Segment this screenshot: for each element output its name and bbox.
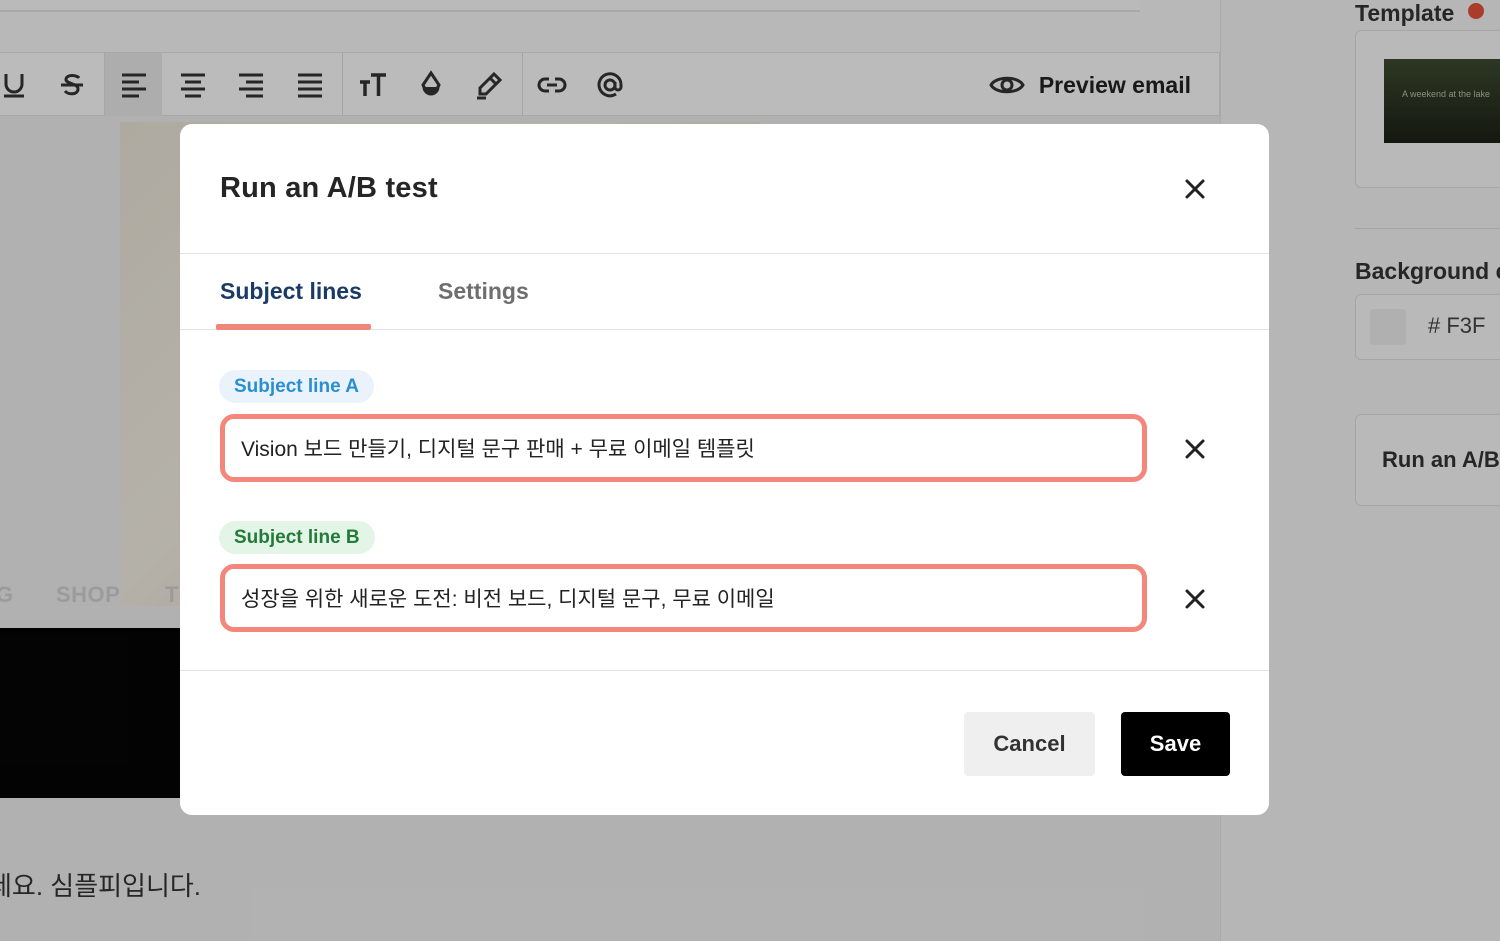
subject-line-b-input[interactable]: 성장을 위한 새로운 도전: 비전 보드, 디지털 문구, 무료 이메일 [220, 564, 1147, 632]
dialog-title: Run an A/B test [220, 172, 438, 204]
dialog-tabs: Subject lines Settings [180, 254, 1269, 330]
tab-settings[interactable]: Settings [438, 278, 529, 305]
dialog-header: Run an A/B test [180, 124, 1269, 254]
cancel-button[interactable]: Cancel [964, 712, 1095, 776]
save-button[interactable]: Save [1121, 712, 1230, 776]
close-icon[interactable] [1179, 173, 1211, 205]
dialog-footer: Cancel Save [180, 670, 1269, 815]
subject-line-a-input[interactable]: Vision 보드 만들기, 디지털 문구 판매 + 무료 이메일 템플릿 [220, 414, 1147, 482]
ab-test-dialog: Run an A/B test Subject lines Settings S… [180, 124, 1269, 815]
tab-subject-lines[interactable]: Subject lines [220, 278, 362, 305]
remove-subject-a-icon[interactable] [1179, 433, 1211, 465]
active-tab-indicator [216, 324, 371, 330]
subject-line-a-badge: Subject line A [219, 370, 374, 403]
remove-subject-b-icon[interactable] [1179, 583, 1211, 615]
subject-line-b-badge: Subject line B [219, 521, 375, 554]
